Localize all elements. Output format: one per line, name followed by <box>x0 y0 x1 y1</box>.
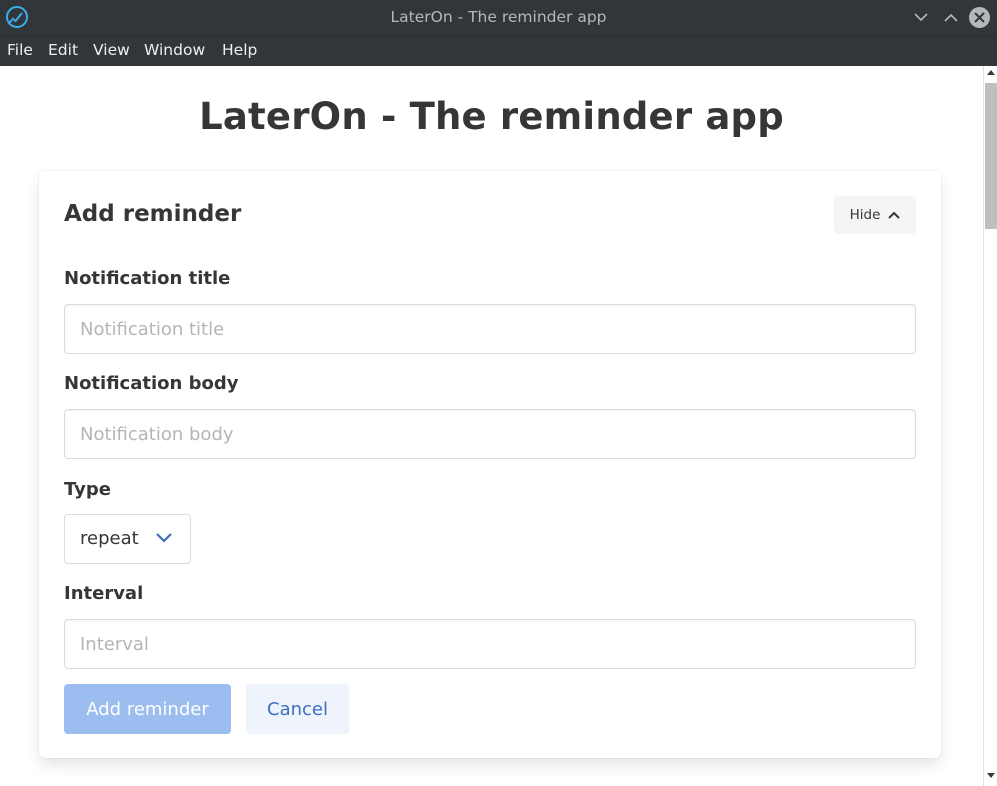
type-select-value: repeat <box>80 528 139 549</box>
page-title: LaterOn - The reminder app <box>199 95 784 138</box>
add-reminder-button[interactable]: Add reminder <box>64 684 231 734</box>
notification-title-input[interactable] <box>64 304 916 354</box>
scroll-down-arrow-icon[interactable] <box>987 773 995 778</box>
add-reminder-card: Add reminder Hide Notification title Not… <box>39 171 941 758</box>
scroll-up-arrow-icon[interactable] <box>987 70 995 75</box>
maximize-button[interactable] <box>941 7 961 27</box>
menu-file[interactable]: File <box>7 41 33 59</box>
notification-title-label: Notification title <box>64 268 231 289</box>
type-select[interactable]: repeat <box>64 514 191 564</box>
type-label: Type <box>64 479 111 500</box>
notification-body-input[interactable] <box>64 409 916 459</box>
window-title: LaterOn - The reminder app <box>390 8 607 26</box>
menu-edit[interactable]: Edit <box>48 41 78 59</box>
card-title: Add reminder <box>64 201 242 227</box>
chevron-up-icon <box>944 13 958 22</box>
hide-label: Hide <box>849 207 881 223</box>
chevron-up-icon <box>888 211 901 219</box>
hide-button[interactable]: Hide <box>834 196 916 234</box>
minimize-button[interactable] <box>911 7 931 27</box>
interval-input[interactable] <box>64 619 916 669</box>
cancel-button[interactable]: Cancel <box>246 684 349 734</box>
scrollbar-thumb[interactable] <box>985 83 997 229</box>
menu-help[interactable]: Help <box>222 41 257 59</box>
menu-view[interactable]: View <box>93 41 130 59</box>
chevron-down-icon <box>156 533 172 543</box>
window-titlebar: LaterOn - The reminder app <box>0 0 997 35</box>
interval-label: Interval <box>64 583 144 604</box>
notification-body-label: Notification body <box>64 373 239 394</box>
menu-window[interactable]: Window <box>144 41 205 59</box>
chevron-down-icon <box>914 12 928 21</box>
close-button[interactable] <box>969 7 990 28</box>
menu-bar: File Edit View Window Help <box>0 35 997 66</box>
close-icon <box>974 12 985 23</box>
vertical-scrollbar[interactable] <box>983 66 997 786</box>
